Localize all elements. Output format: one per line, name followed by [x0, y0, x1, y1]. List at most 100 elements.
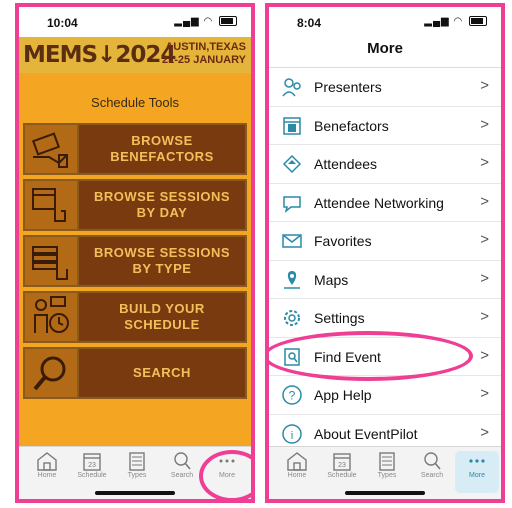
more-icon [219, 459, 235, 463]
calendar-icon: 23 [333, 453, 351, 471]
magnifier-icon [25, 349, 79, 397]
chevron-right-icon: > [480, 192, 489, 210]
event-banner: MEMS↓2024 AUSTIN,TEXAS 21-25 JANUARY [19, 37, 251, 73]
benefactors-icon [283, 116, 301, 135]
chevron-right-icon: > [480, 423, 489, 441]
menu-item-label: Attendees [314, 156, 378, 172]
menu-item-app-help[interactable]: ? App Help > [269, 376, 501, 415]
tab-search[interactable]: Search [160, 451, 204, 479]
status-time: 8:04 [297, 16, 322, 30]
tab-types[interactable]: Types [115, 451, 159, 479]
money-hand-icon [25, 125, 79, 173]
chevron-right-icon: > [480, 154, 489, 171]
list-icon [129, 452, 145, 471]
tab-schedule[interactable]: 23 Schedule [70, 451, 114, 479]
gear-icon [284, 310, 300, 326]
build-your-schedule-button[interactable]: BUILD YOUR SCHEDULE [23, 291, 247, 343]
chevron-right-icon: > [480, 346, 489, 364]
search-tile-label: SEARCH [79, 349, 245, 397]
tab-home[interactable]: Home [275, 451, 319, 479]
status-time: 10:04 [47, 16, 78, 30]
calendar-hand-icon [25, 181, 79, 229]
menu-item-label: Settings [314, 310, 365, 326]
tab-search-label: Search [420, 472, 444, 479]
page-title: More [367, 40, 403, 57]
browse-benefactors-label: BROWSE BENEFACTORS [79, 125, 245, 173]
tab-bar: Home 23 Schedule Types Search More [269, 446, 501, 499]
tab-more[interactable]: More [455, 451, 499, 493]
tab-home-label: Home [37, 472, 57, 479]
browse-sessions-by-type-button[interactable]: BROWSE SESSIONS BY TYPE [23, 235, 247, 287]
browse-sessions-by-day-button[interactable]: BROWSE SESSIONS BY DAY [23, 179, 247, 231]
menu-item-label: Favorites [314, 233, 372, 249]
home-icon [287, 452, 307, 471]
search-icon [174, 452, 191, 470]
menu-item-label: Benefactors [314, 117, 389, 134]
menu-item-label: About EventPilot [314, 425, 418, 442]
chevron-right-icon: > [480, 231, 489, 248]
books-hand-icon [25, 237, 79, 285]
tab-types[interactable]: Types [365, 451, 409, 479]
status-bar: 10:04 ▂▄▆ ◠ [19, 7, 251, 35]
attendees-icon [282, 154, 302, 174]
menu-item-label: Presenters [314, 79, 382, 95]
map-pin-icon [284, 270, 300, 289]
tab-home-label: Home [287, 472, 307, 479]
tab-more[interactable]: More [205, 451, 249, 479]
chevron-right-icon: > [480, 385, 489, 402]
calendar-day: 23 [88, 462, 96, 469]
envelope-icon [282, 234, 302, 248]
event-logo: MEMS↓2024 [23, 42, 176, 68]
menu-item-settings[interactable]: Settings > [269, 299, 501, 338]
signal-wifi-battery-icon: ▂▄▆ ◠ [424, 16, 487, 27]
tab-schedule[interactable]: 23 Schedule [320, 451, 364, 479]
calendar-icon: 23 [83, 453, 101, 471]
calendar-day: 23 [338, 462, 346, 469]
event-dates: 21-25 JANUARY [162, 54, 246, 66]
chevron-right-icon: > [480, 269, 489, 287]
left-phone-screenshot: 10:04 ▂▄▆ ◠ MEMS↓2024 AUSTIN,TEXAS 21-25… [15, 3, 255, 503]
home-indicator [95, 491, 175, 495]
tab-types-label: Types [127, 472, 147, 479]
chevron-right-icon: > [480, 77, 489, 94]
chevron-right-icon: > [480, 308, 489, 325]
menu-item-attendee-networking[interactable]: Attendee Networking > [269, 184, 501, 222]
menu-item-find-event[interactable]: Find Event > [269, 338, 501, 376]
help-icon: ? [282, 385, 302, 405]
menu-item-maps[interactable]: Maps > [269, 261, 501, 299]
menu-item-presenters[interactable]: Presenters > [269, 68, 501, 107]
tab-search-label: Search [170, 472, 194, 479]
home-icon [37, 452, 57, 471]
find-event-icon [284, 347, 300, 366]
browse-benefactors-button[interactable]: BROWSE BENEFACTORS [23, 123, 247, 175]
chevron-right-icon: > [480, 115, 489, 133]
tab-more-label: More [219, 472, 235, 479]
signal-wifi-battery-icon: ▂▄▆ ◠ [174, 16, 237, 27]
browse-sessions-by-type-label: BROWSE SESSIONS BY TYPE [79, 237, 245, 285]
search-tile-button[interactable]: SEARCH [23, 347, 247, 399]
menu-item-favorites[interactable]: Favorites > [269, 222, 501, 261]
tab-schedule-label: Schedule [327, 472, 357, 479]
browse-sessions-by-day-label: BROWSE SESSIONS BY DAY [79, 181, 245, 229]
svg-text:?: ? [289, 389, 296, 403]
status-bar: 8:04 ▂▄▆ ◠ [269, 7, 501, 35]
menu-item-label: Find Event [314, 348, 381, 365]
home-indicator [345, 491, 425, 495]
list-icon [379, 452, 395, 471]
presenters-icon [282, 78, 301, 97]
tab-types-label: Types [377, 472, 397, 479]
tab-more-label: More [469, 472, 485, 479]
person-clock-icon [25, 293, 79, 341]
menu-item-label: App Help [314, 387, 372, 403]
tab-search[interactable]: Search [410, 451, 454, 479]
schedule-tools-panel: Schedule Tools BROWSE BENEFACTORS BROWSE… [19, 73, 251, 453]
menu-item-benefactors[interactable]: Benefactors > [269, 107, 501, 145]
more-icon [469, 459, 485, 463]
tab-home[interactable]: Home [25, 451, 69, 479]
schedule-tools-title: Schedule Tools [91, 95, 179, 110]
tab-bar: Home 23 Schedule Types Search More [19, 446, 251, 499]
right-phone-screenshot: 8:04 ▂▄▆ ◠ More Presenters > Benefactors… [265, 3, 505, 503]
menu-item-label: Maps [314, 271, 349, 288]
menu-item-attendees[interactable]: Attendees > [269, 145, 501, 184]
build-your-schedule-label: BUILD YOUR SCHEDULE [79, 293, 245, 341]
